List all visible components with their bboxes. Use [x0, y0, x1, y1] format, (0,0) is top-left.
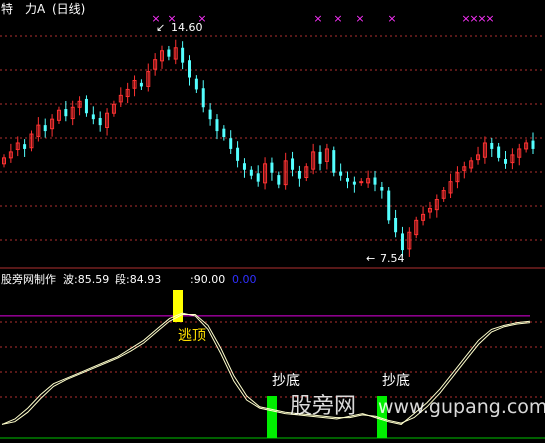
- signal-mark-6: ×: [387, 12, 396, 25]
- main-grid: [0, 35, 545, 241]
- candle-body-28: [194, 78, 198, 90]
- candle-body-40: [277, 175, 281, 185]
- candle-body-29: [201, 88, 205, 108]
- candle-body-49: [339, 171, 343, 176]
- low-marker-label: 7.54: [380, 252, 405, 265]
- low-arrow: ←: [366, 252, 375, 265]
- candle-body-42: [291, 158, 295, 170]
- buy-label-2: 抄底: [382, 373, 410, 389]
- candlestick-series: [2, 39, 535, 257]
- candle-body-77: [531, 140, 535, 149]
- candle-body-31: [215, 119, 219, 132]
- candle-body-26: [181, 47, 185, 63]
- candle-body-73: [504, 159, 508, 164]
- candle-body-33: [229, 138, 233, 149]
- candle-body-54: [373, 177, 377, 185]
- candle-body-14: [98, 117, 102, 126]
- watermark-cn: 股旁网: [290, 394, 356, 419]
- candle-body-71: [490, 142, 494, 149]
- candle-body-55: [380, 187, 384, 191]
- period-label: (日线): [52, 2, 85, 16]
- candle-body-57: [394, 217, 398, 233]
- candle-body-3: [23, 144, 27, 149]
- candle-body-39: [270, 162, 274, 173]
- candle-body-13: [91, 114, 95, 120]
- candle-body-51: [352, 181, 356, 185]
- candle-body-48: [332, 150, 336, 173]
- signal-marks-row: × × × × × × × ××××: [151, 12, 494, 25]
- buy-bar-1: [267, 396, 277, 438]
- signal-mark-10: ×: [485, 12, 494, 25]
- candle-body-20: [139, 82, 143, 87]
- candle-body-56: [387, 190, 391, 221]
- candle-body-27: [187, 60, 191, 78]
- candle-body-30: [208, 109, 212, 120]
- candle-body-58: [400, 233, 404, 251]
- signal-mark-3: ×: [313, 12, 322, 25]
- candle-body-36: [249, 169, 253, 176]
- candle-body-32: [222, 128, 226, 138]
- candle-body-12: [84, 98, 88, 114]
- candle-body-24: [167, 49, 171, 57]
- high-marker-label: 14.60: [171, 21, 203, 34]
- watermark-url: www.gupang.com: [378, 396, 545, 418]
- candle-body-52: [359, 181, 364, 184]
- candle-body-72: [497, 146, 501, 158]
- indicator-90: :90.00: [190, 273, 225, 286]
- candle-body-6: [43, 125, 47, 132]
- candle-body-46: [318, 151, 322, 164]
- candle-body-9: [64, 109, 68, 117]
- candle-body-35: [242, 163, 246, 170]
- signal-mark-4: ×: [333, 12, 342, 25]
- signal-mark-5: ×: [355, 12, 364, 25]
- indicator-zero: 0.00: [232, 273, 257, 286]
- chart-canvas: × × × × × × × ×××× 特 力A (日线) ↙ 14.60 ← 7.54 股旁网…: [0, 1, 545, 439]
- indicator-duan: 段:84.93: [115, 272, 161, 286]
- high-arrow: ↙: [156, 21, 165, 34]
- escape-label: 逃顶: [178, 328, 206, 344]
- candle-body-43: [297, 170, 301, 179]
- candle-body-37: [256, 173, 260, 182]
- buy-label-1: 抄底: [272, 373, 300, 389]
- candle-body-34: [236, 147, 240, 161]
- indicator-name: 股旁网制作: [1, 272, 56, 286]
- candle-body-50: [346, 178, 350, 182]
- indicator-bo: 波:85.59: [63, 273, 109, 286]
- stock-name: 特 力A: [1, 1, 46, 16]
